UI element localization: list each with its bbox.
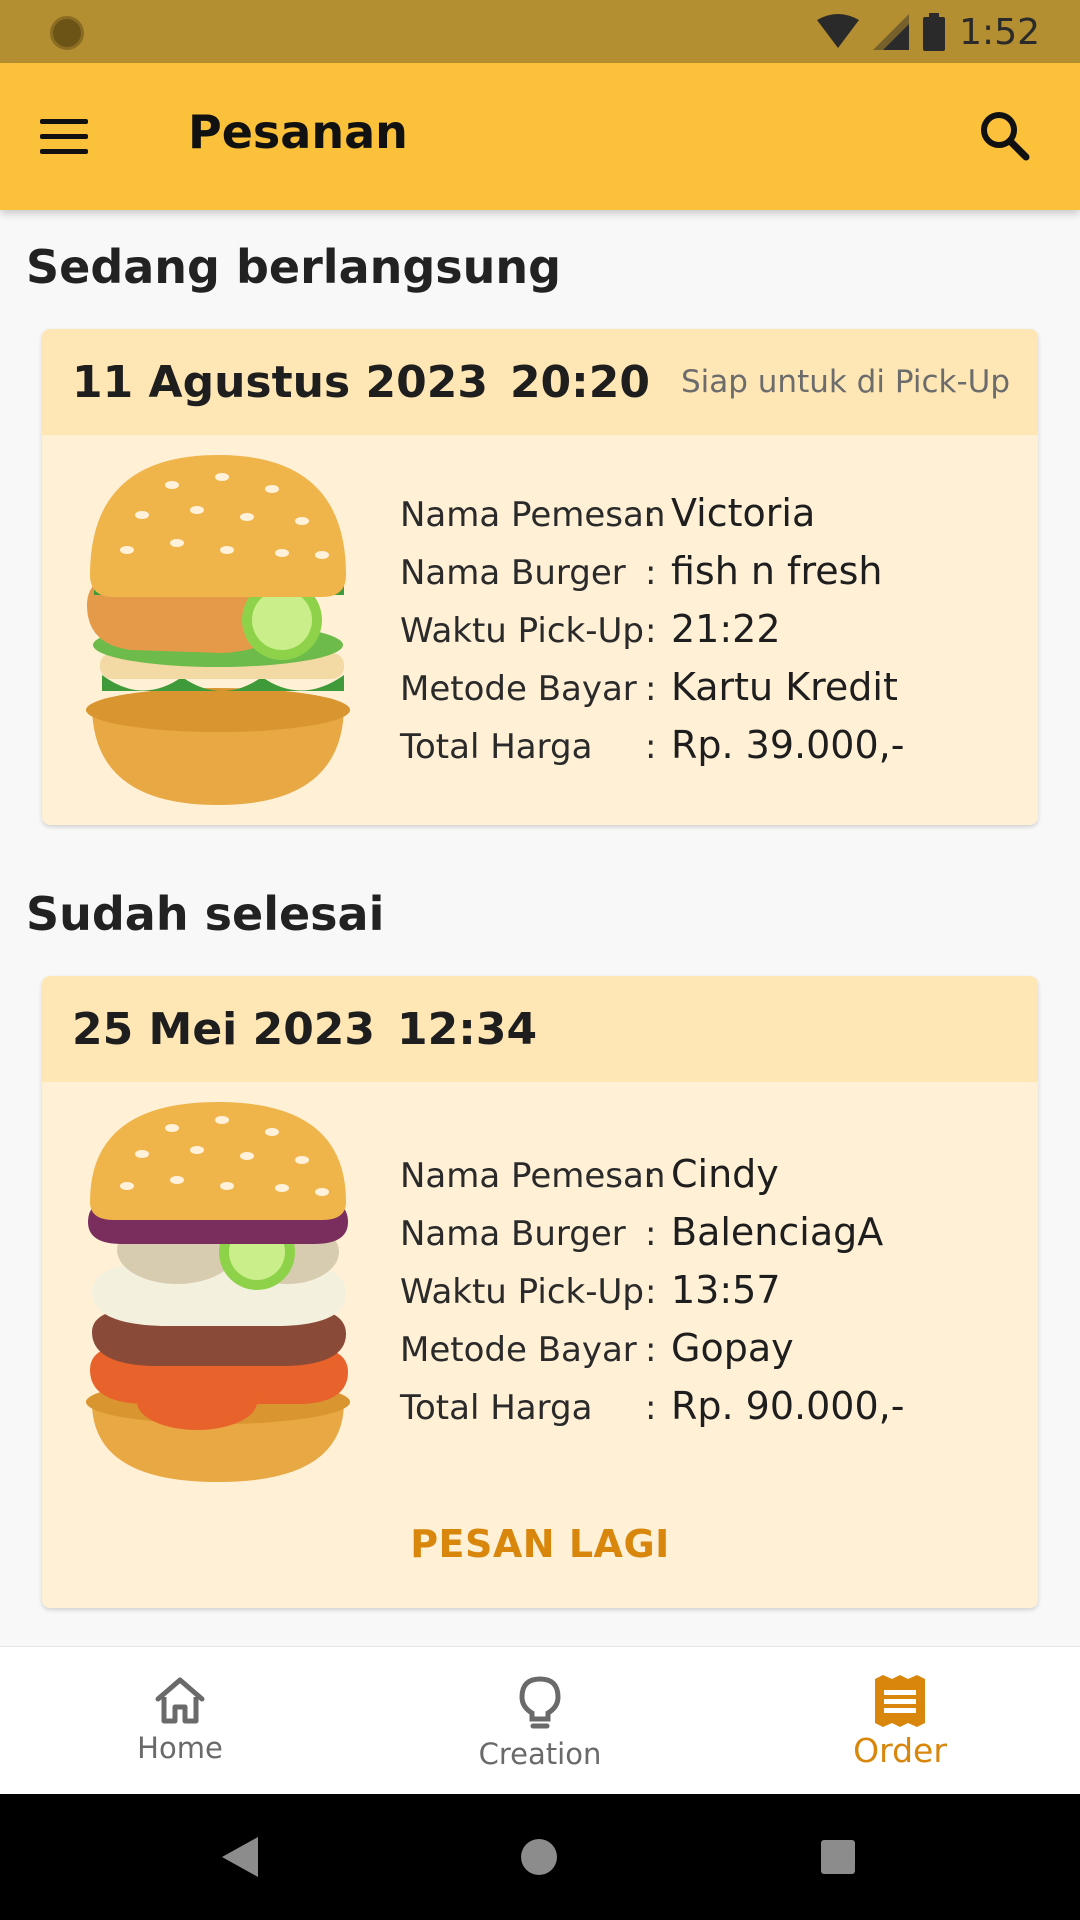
detail-label: Nama Burger bbox=[400, 553, 626, 593]
detail-row: Nama Burger: fish n fresh bbox=[400, 549, 904, 607]
lightbulb-icon bbox=[519, 1676, 561, 1729]
detail-value: BalenciagA bbox=[671, 1210, 884, 1254]
detail-row: Metode Bayar: Kartu Kredit bbox=[400, 665, 904, 723]
nav-label-order: Order bbox=[853, 1731, 947, 1770]
detail-value: Gopay bbox=[671, 1326, 794, 1370]
home-circle-icon[interactable] bbox=[520, 1838, 558, 1876]
signal-icon bbox=[873, 14, 910, 50]
detail-value: Victoria bbox=[671, 491, 816, 535]
detail-label: Total Harga bbox=[400, 727, 593, 767]
detail-row: Total Harga: Rp. 39.000,- bbox=[400, 723, 904, 781]
order-date: 11 Agustus 2023 bbox=[72, 356, 488, 408]
nav-item-order[interactable]: Order bbox=[720, 1647, 1080, 1795]
home-icon bbox=[155, 1677, 205, 1724]
detail-label: Nama Pemesan bbox=[400, 1156, 666, 1196]
detail-separator: : bbox=[645, 727, 657, 767]
order-card-ongoing[interactable]: 11 Agustus 2023 20:20 Siap untuk di Pick-… bbox=[42, 329, 1038, 825]
detail-value: 21:22 bbox=[671, 607, 781, 651]
detail-separator: : bbox=[645, 553, 657, 593]
nav-label-creation: Creation bbox=[478, 1737, 602, 1771]
card-body: Nama Pemesan: Cindy Nama Burger: Balenciag… bbox=[42, 1082, 1038, 1608]
detail-value: 13:57 bbox=[671, 1268, 781, 1312]
detail-value: Rp. 39.000,- bbox=[671, 723, 905, 767]
detail-value: Cindy bbox=[671, 1152, 779, 1196]
detail-row: Nama Burger: BalenciagA bbox=[400, 1210, 904, 1268]
burger-image-balenciaga bbox=[86, 1102, 350, 1482]
recents-icon[interactable] bbox=[821, 1840, 855, 1874]
detail-separator: : bbox=[645, 495, 657, 535]
burger-image-fish bbox=[86, 455, 350, 805]
detail-row: Nama Pemesan: Victoria bbox=[400, 491, 904, 549]
search-icon[interactable] bbox=[972, 103, 1038, 169]
nav-item-home[interactable]: Home bbox=[0, 1647, 360, 1795]
section-title-ongoing: Sedang berlangsung bbox=[26, 240, 562, 294]
card-header: 25 Mei 2023 12:34 bbox=[42, 976, 1038, 1082]
app-bar: Pesanan bbox=[0, 63, 1080, 210]
detail-label: Nama Pemesan bbox=[400, 495, 666, 535]
system-navigation-bar bbox=[0, 1794, 1080, 1920]
detail-separator: : bbox=[645, 1330, 657, 1370]
wifi-icon bbox=[817, 14, 860, 48]
order-date: 25 Mei 2023 bbox=[72, 1003, 376, 1055]
detail-value: Kartu Kredit bbox=[671, 665, 898, 709]
order-datetime: 11 Agustus 2023 20:20 bbox=[72, 357, 650, 408]
detail-row: Waktu Pick-Up:21:22 bbox=[400, 607, 904, 665]
detail-label: Metode Bayar bbox=[400, 1330, 637, 1370]
nav-item-creation[interactable]: Creation bbox=[360, 1647, 720, 1795]
order-details: Nama Pemesan: Victoria Nama Burger: fish n… bbox=[400, 491, 904, 781]
order-details: Nama Pemesan: Cindy Nama Burger: Balenciag… bbox=[400, 1152, 904, 1442]
status-bar: 1:52 bbox=[0, 0, 1080, 63]
order-time: 20:20 bbox=[509, 356, 650, 408]
order-status: Siap untuk di Pick-Up bbox=[680, 364, 1010, 400]
detail-label: Waktu Pick-Up bbox=[400, 1272, 644, 1312]
status-icons: 1:52 bbox=[817, 10, 1040, 54]
detail-label: Total Harga bbox=[400, 1388, 593, 1428]
nav-label-home: Home bbox=[137, 1731, 223, 1765]
section-title-completed: Sudah selesai bbox=[26, 887, 385, 941]
detail-separator: : bbox=[645, 669, 657, 709]
detail-separator: : bbox=[645, 1272, 657, 1312]
detail-value: fish n fresh bbox=[671, 549, 883, 593]
back-icon[interactable] bbox=[222, 1837, 258, 1877]
page-title: Pesanan bbox=[188, 105, 408, 159]
detail-row: Metode Bayar: Gopay bbox=[400, 1326, 904, 1384]
order-time: 12:34 bbox=[397, 1003, 538, 1055]
notification-icon bbox=[50, 16, 84, 50]
detail-row: Waktu Pick-Up:13:57 bbox=[400, 1268, 904, 1326]
card-header: 11 Agustus 2023 20:20 Siap untuk di Pick-… bbox=[42, 329, 1038, 435]
receipt-icon bbox=[875, 1675, 925, 1727]
reorder-button[interactable]: PESAN LAGI bbox=[42, 1522, 1038, 1566]
detail-value: Rp. 90.000,- bbox=[671, 1384, 905, 1428]
detail-separator: : bbox=[645, 1388, 657, 1428]
bottom-navigation: Home Creation Order bbox=[0, 1646, 1080, 1794]
detail-separator: : bbox=[645, 1156, 657, 1196]
detail-label: Metode Bayar bbox=[400, 669, 637, 709]
menu-icon[interactable] bbox=[40, 108, 106, 164]
battery-icon bbox=[923, 13, 946, 51]
detail-label: Waktu Pick-Up bbox=[400, 611, 644, 651]
detail-row: Nama Pemesan: Cindy bbox=[400, 1152, 904, 1210]
status-time: 1:52 bbox=[959, 11, 1040, 53]
order-card-completed[interactable]: 25 Mei 2023 12:34 Nama Pemesan: Cindy Na… bbox=[42, 976, 1038, 1608]
order-datetime: 25 Mei 2023 12:34 bbox=[72, 1004, 537, 1055]
detail-separator: : bbox=[645, 1214, 657, 1254]
detail-row: Total Harga: Rp. 90.000,- bbox=[400, 1384, 904, 1442]
detail-separator: : bbox=[645, 611, 657, 651]
detail-label: Nama Burger bbox=[400, 1214, 626, 1254]
